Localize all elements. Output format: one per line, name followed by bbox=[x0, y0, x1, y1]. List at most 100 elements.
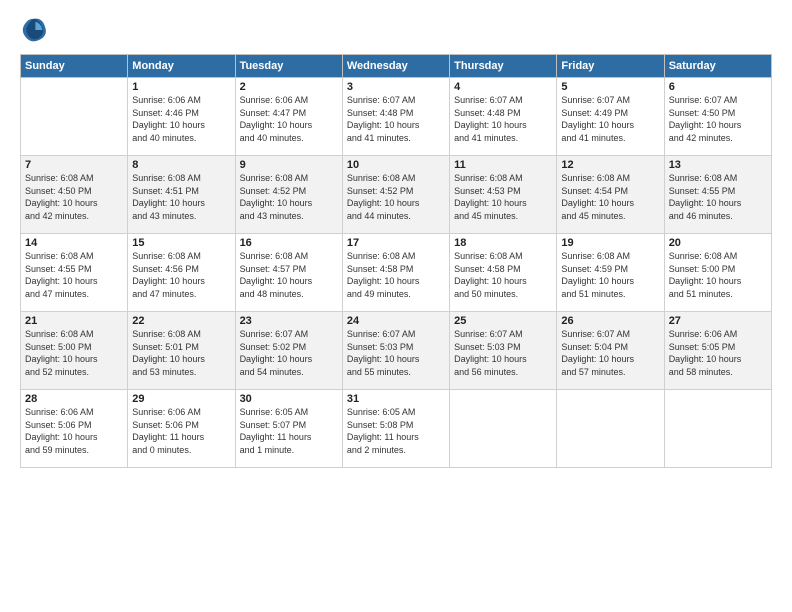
day-cell: 28Sunrise: 6:06 AM Sunset: 5:06 PM Dayli… bbox=[21, 390, 128, 468]
week-row-1: 1Sunrise: 6:06 AM Sunset: 4:46 PM Daylig… bbox=[21, 78, 772, 156]
calendar-table: SundayMondayTuesdayWednesdayThursdayFrid… bbox=[20, 54, 772, 468]
week-row-3: 14Sunrise: 6:08 AM Sunset: 4:55 PM Dayli… bbox=[21, 234, 772, 312]
day-number: 17 bbox=[347, 237, 445, 249]
day-number: 14 bbox=[25, 237, 123, 249]
day-info: Sunrise: 6:07 AM Sunset: 4:48 PM Dayligh… bbox=[454, 94, 552, 144]
day-number: 13 bbox=[669, 159, 767, 171]
day-number: 24 bbox=[347, 315, 445, 327]
day-info: Sunrise: 6:06 AM Sunset: 4:47 PM Dayligh… bbox=[240, 94, 338, 144]
day-info: Sunrise: 6:06 AM Sunset: 5:06 PM Dayligh… bbox=[132, 406, 230, 456]
day-number: 23 bbox=[240, 315, 338, 327]
day-cell: 15Sunrise: 6:08 AM Sunset: 4:56 PM Dayli… bbox=[128, 234, 235, 312]
day-cell: 2Sunrise: 6:06 AM Sunset: 4:47 PM Daylig… bbox=[235, 78, 342, 156]
day-cell: 3Sunrise: 6:07 AM Sunset: 4:48 PM Daylig… bbox=[342, 78, 449, 156]
day-number: 26 bbox=[561, 315, 659, 327]
day-cell: 4Sunrise: 6:07 AM Sunset: 4:48 PM Daylig… bbox=[450, 78, 557, 156]
week-row-2: 7Sunrise: 6:08 AM Sunset: 4:50 PM Daylig… bbox=[21, 156, 772, 234]
day-number: 8 bbox=[132, 159, 230, 171]
day-number: 18 bbox=[454, 237, 552, 249]
day-number: 16 bbox=[240, 237, 338, 249]
day-info: Sunrise: 6:06 AM Sunset: 5:05 PM Dayligh… bbox=[669, 328, 767, 378]
day-info: Sunrise: 6:07 AM Sunset: 5:04 PM Dayligh… bbox=[561, 328, 659, 378]
day-cell: 19Sunrise: 6:08 AM Sunset: 4:59 PM Dayli… bbox=[557, 234, 664, 312]
day-info: Sunrise: 6:08 AM Sunset: 4:53 PM Dayligh… bbox=[454, 172, 552, 222]
day-info: Sunrise: 6:07 AM Sunset: 4:48 PM Dayligh… bbox=[347, 94, 445, 144]
day-info: Sunrise: 6:07 AM Sunset: 5:03 PM Dayligh… bbox=[454, 328, 552, 378]
calendar-header: SundayMondayTuesdayWednesdayThursdayFrid… bbox=[21, 55, 772, 78]
day-cell bbox=[664, 390, 771, 468]
day-cell: 5Sunrise: 6:07 AM Sunset: 4:49 PM Daylig… bbox=[557, 78, 664, 156]
week-row-4: 21Sunrise: 6:08 AM Sunset: 5:00 PM Dayli… bbox=[21, 312, 772, 390]
day-cell bbox=[450, 390, 557, 468]
day-cell: 7Sunrise: 6:08 AM Sunset: 4:50 PM Daylig… bbox=[21, 156, 128, 234]
day-number: 29 bbox=[132, 393, 230, 405]
day-info: Sunrise: 6:07 AM Sunset: 5:02 PM Dayligh… bbox=[240, 328, 338, 378]
day-info: Sunrise: 6:08 AM Sunset: 5:01 PM Dayligh… bbox=[132, 328, 230, 378]
day-info: Sunrise: 6:05 AM Sunset: 5:07 PM Dayligh… bbox=[240, 406, 338, 456]
header-cell-saturday: Saturday bbox=[664, 55, 771, 78]
day-info: Sunrise: 6:08 AM Sunset: 4:54 PM Dayligh… bbox=[561, 172, 659, 222]
day-cell: 6Sunrise: 6:07 AM Sunset: 4:50 PM Daylig… bbox=[664, 78, 771, 156]
day-number: 19 bbox=[561, 237, 659, 249]
day-info: Sunrise: 6:08 AM Sunset: 4:50 PM Dayligh… bbox=[25, 172, 123, 222]
day-cell: 31Sunrise: 6:05 AM Sunset: 5:08 PM Dayli… bbox=[342, 390, 449, 468]
calendar-body: 1Sunrise: 6:06 AM Sunset: 4:46 PM Daylig… bbox=[21, 78, 772, 468]
day-cell: 17Sunrise: 6:08 AM Sunset: 4:58 PM Dayli… bbox=[342, 234, 449, 312]
day-cell: 12Sunrise: 6:08 AM Sunset: 4:54 PM Dayli… bbox=[557, 156, 664, 234]
day-cell: 23Sunrise: 6:07 AM Sunset: 5:02 PM Dayli… bbox=[235, 312, 342, 390]
day-cell: 29Sunrise: 6:06 AM Sunset: 5:06 PM Dayli… bbox=[128, 390, 235, 468]
day-number: 21 bbox=[25, 315, 123, 327]
day-cell: 24Sunrise: 6:07 AM Sunset: 5:03 PM Dayli… bbox=[342, 312, 449, 390]
day-info: Sunrise: 6:05 AM Sunset: 5:08 PM Dayligh… bbox=[347, 406, 445, 456]
day-cell bbox=[557, 390, 664, 468]
day-cell: 20Sunrise: 6:08 AM Sunset: 5:00 PM Dayli… bbox=[664, 234, 771, 312]
day-cell: 9Sunrise: 6:08 AM Sunset: 4:52 PM Daylig… bbox=[235, 156, 342, 234]
day-number: 25 bbox=[454, 315, 552, 327]
day-number: 31 bbox=[347, 393, 445, 405]
day-cell: 22Sunrise: 6:08 AM Sunset: 5:01 PM Dayli… bbox=[128, 312, 235, 390]
day-number: 9 bbox=[240, 159, 338, 171]
day-cell: 30Sunrise: 6:05 AM Sunset: 5:07 PM Dayli… bbox=[235, 390, 342, 468]
day-info: Sunrise: 6:08 AM Sunset: 4:51 PM Dayligh… bbox=[132, 172, 230, 222]
day-info: Sunrise: 6:07 AM Sunset: 4:50 PM Dayligh… bbox=[669, 94, 767, 144]
day-number: 28 bbox=[25, 393, 123, 405]
day-cell bbox=[21, 78, 128, 156]
day-cell: 13Sunrise: 6:08 AM Sunset: 4:55 PM Dayli… bbox=[664, 156, 771, 234]
day-number: 10 bbox=[347, 159, 445, 171]
header-cell-monday: Monday bbox=[128, 55, 235, 78]
day-cell: 10Sunrise: 6:08 AM Sunset: 4:52 PM Dayli… bbox=[342, 156, 449, 234]
day-number: 5 bbox=[561, 81, 659, 93]
header-cell-wednesday: Wednesday bbox=[342, 55, 449, 78]
day-info: Sunrise: 6:07 AM Sunset: 5:03 PM Dayligh… bbox=[347, 328, 445, 378]
day-cell: 18Sunrise: 6:08 AM Sunset: 4:58 PM Dayli… bbox=[450, 234, 557, 312]
day-number: 4 bbox=[454, 81, 552, 93]
day-number: 3 bbox=[347, 81, 445, 93]
logo-icon bbox=[20, 16, 48, 44]
day-number: 12 bbox=[561, 159, 659, 171]
day-number: 7 bbox=[25, 159, 123, 171]
day-number: 2 bbox=[240, 81, 338, 93]
day-info: Sunrise: 6:08 AM Sunset: 5:00 PM Dayligh… bbox=[669, 250, 767, 300]
day-info: Sunrise: 6:06 AM Sunset: 4:46 PM Dayligh… bbox=[132, 94, 230, 144]
logo bbox=[20, 16, 52, 44]
day-info: Sunrise: 6:08 AM Sunset: 4:55 PM Dayligh… bbox=[25, 250, 123, 300]
day-info: Sunrise: 6:08 AM Sunset: 4:58 PM Dayligh… bbox=[454, 250, 552, 300]
day-cell: 26Sunrise: 6:07 AM Sunset: 5:04 PM Dayli… bbox=[557, 312, 664, 390]
header-cell-friday: Friday bbox=[557, 55, 664, 78]
day-info: Sunrise: 6:07 AM Sunset: 4:49 PM Dayligh… bbox=[561, 94, 659, 144]
day-info: Sunrise: 6:08 AM Sunset: 4:58 PM Dayligh… bbox=[347, 250, 445, 300]
day-number: 30 bbox=[240, 393, 338, 405]
day-info: Sunrise: 6:08 AM Sunset: 4:56 PM Dayligh… bbox=[132, 250, 230, 300]
day-number: 20 bbox=[669, 237, 767, 249]
day-info: Sunrise: 6:08 AM Sunset: 4:59 PM Dayligh… bbox=[561, 250, 659, 300]
header-cell-thursday: Thursday bbox=[450, 55, 557, 78]
header-row: SundayMondayTuesdayWednesdayThursdayFrid… bbox=[21, 55, 772, 78]
day-number: 6 bbox=[669, 81, 767, 93]
day-number: 11 bbox=[454, 159, 552, 171]
day-cell: 21Sunrise: 6:08 AM Sunset: 5:00 PM Dayli… bbox=[21, 312, 128, 390]
day-info: Sunrise: 6:08 AM Sunset: 4:52 PM Dayligh… bbox=[347, 172, 445, 222]
week-row-5: 28 Sunrise: 6:06 AM Sunset: 5:06 PM Dayli… bbox=[21, 390, 772, 468]
header bbox=[20, 16, 772, 44]
header-cell-tuesday: Tuesday bbox=[235, 55, 342, 78]
day-number: 15 bbox=[132, 237, 230, 249]
